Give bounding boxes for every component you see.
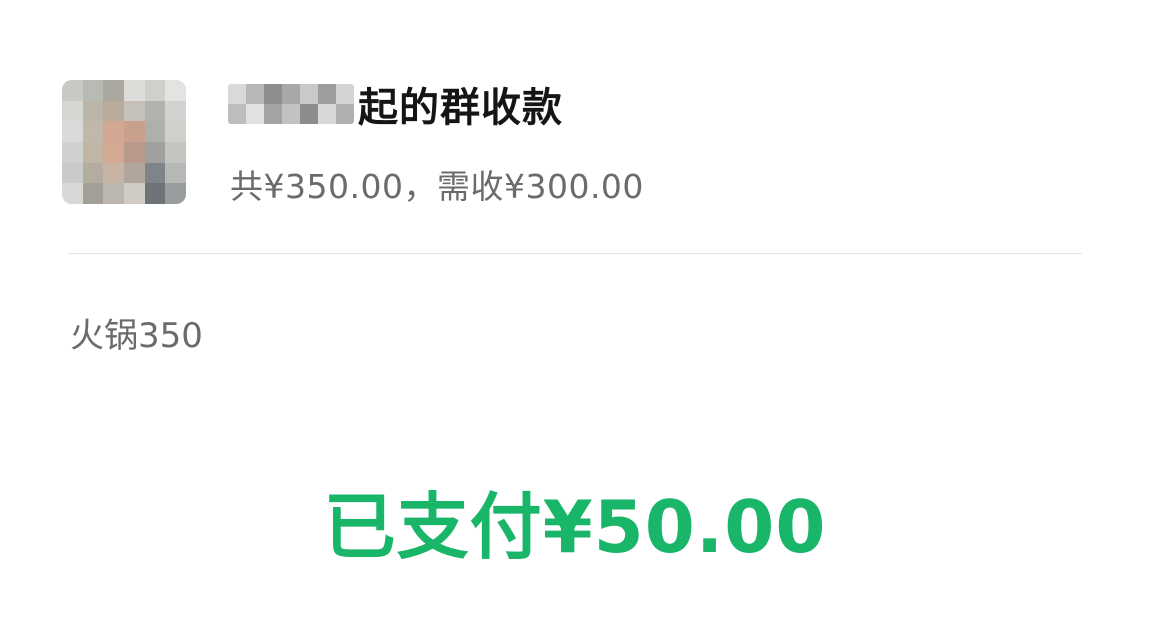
avatar-pixel xyxy=(62,80,83,101)
avatar[interactable] xyxy=(62,80,186,204)
avatar-pixel xyxy=(82,100,104,122)
avatar-pixel xyxy=(103,121,124,142)
avatar-pixel xyxy=(144,100,166,122)
avatar-pixel xyxy=(103,183,124,204)
collection-title: 起的群收款 xyxy=(228,74,563,134)
avatar-pixel xyxy=(62,183,83,204)
avatar-pixel xyxy=(165,80,186,101)
avatar-pixel xyxy=(123,183,145,204)
avatar-pixel xyxy=(165,121,186,142)
avatar-pixel xyxy=(103,80,124,101)
avatar-pixel xyxy=(165,183,186,204)
avatar-pixel xyxy=(82,162,104,184)
avatar-pixel xyxy=(165,162,186,184)
avatar-pixel xyxy=(82,183,104,204)
title-text: 起的群收款 xyxy=(358,85,563,131)
avatar-pixel xyxy=(82,121,104,142)
avatar-pixel xyxy=(62,141,83,163)
avatar-pixel xyxy=(144,121,166,142)
avatar-pixel xyxy=(103,162,124,184)
avatar-pixel xyxy=(103,100,124,122)
avatar-pixel xyxy=(103,141,124,163)
avatar-pixel xyxy=(165,141,186,163)
avatar-pixel xyxy=(62,162,83,184)
divider xyxy=(68,253,1082,254)
avatar-pixel xyxy=(144,141,166,163)
redacted-name xyxy=(228,84,354,124)
avatar-pixel xyxy=(82,80,104,101)
paid-status: 已支付¥50.00 xyxy=(323,485,827,569)
avatar-pixel xyxy=(123,80,145,101)
avatar-pixel xyxy=(165,100,186,122)
avatar-pixel xyxy=(82,141,104,163)
collection-note: 火锅350 xyxy=(70,316,203,356)
avatar-pixel xyxy=(123,141,145,163)
avatar-pixel xyxy=(144,162,166,184)
avatar-pixel xyxy=(123,100,145,122)
avatar-pixel xyxy=(62,121,83,142)
avatar-pixel xyxy=(144,183,166,204)
avatar-pixel xyxy=(62,100,83,122)
avatar-pixel xyxy=(123,121,145,142)
avatar-pixel xyxy=(144,80,166,101)
avatar-pixel xyxy=(123,162,145,184)
amount-summary: 共¥350.00，需收¥300.00 xyxy=(230,167,644,206)
